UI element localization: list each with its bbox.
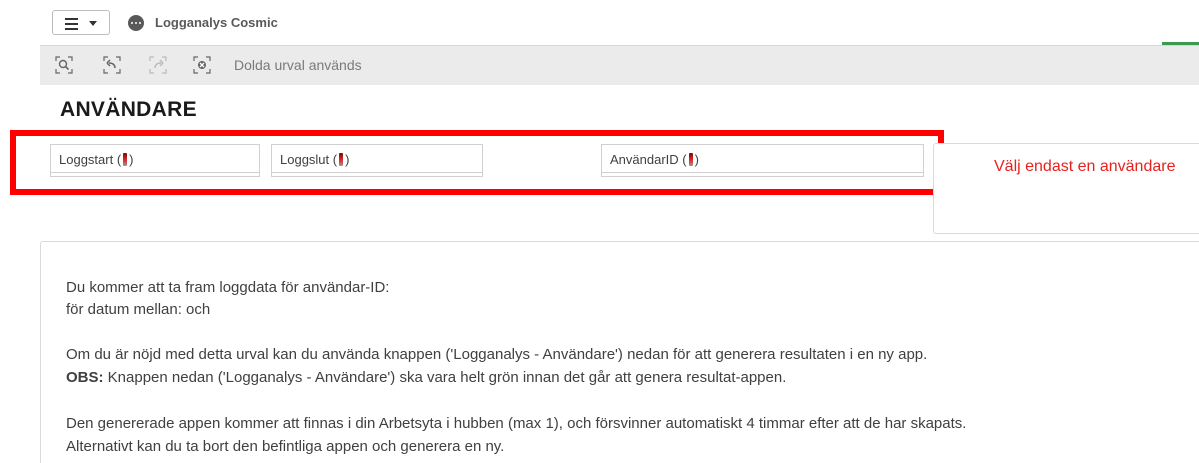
warning-text: Välj endast en användare <box>994 158 1176 175</box>
selections-toolbar: Dolda urval används <box>40 45 1199 85</box>
highlight-box <box>10 130 944 195</box>
step-back-icon[interactable] <box>102 55 122 75</box>
hidden-selections-label: Dolda urval används <box>234 57 362 73</box>
info-line-workspace: Den genererade appen kommer att finnas i… <box>66 415 967 432</box>
info-line-obs: OBS: Knappen nedan ('Logganalys - Använd… <box>66 369 786 386</box>
info-line-instructions: Om du är nöjd med detta urval kan du anv… <box>66 346 928 363</box>
info-line-userid: Du kommer att ta fram loggdata för använ… <box>66 279 390 296</box>
smart-search-icon[interactable] <box>54 55 74 75</box>
warning-box: Välj endast en användare <box>933 143 1199 234</box>
info-panel: Du kommer att ta fram loggdata för använ… <box>40 241 1199 463</box>
info-line-alternative: Alternativt kan du ta bort den befintlig… <box>66 438 505 455</box>
clear-selections-icon[interactable] <box>192 55 212 75</box>
chevron-down-icon <box>89 21 97 26</box>
obs-text: Knappen nedan ('Logganalys - Användare')… <box>103 369 787 386</box>
app-title: Logganalys Cosmic <box>155 15 278 30</box>
page-title: ANVÄNDARE <box>60 98 197 121</box>
step-forward-icon[interactable] <box>148 55 168 75</box>
app-icon <box>128 15 144 31</box>
info-line-dates: för datum mellan: och <box>66 301 211 318</box>
hamburger-icon <box>65 18 78 30</box>
obs-label: OBS: <box>66 369 104 386</box>
navigation-menu-button[interactable] <box>52 10 110 35</box>
top-bar: Logganalys Cosmic <box>0 0 1199 45</box>
